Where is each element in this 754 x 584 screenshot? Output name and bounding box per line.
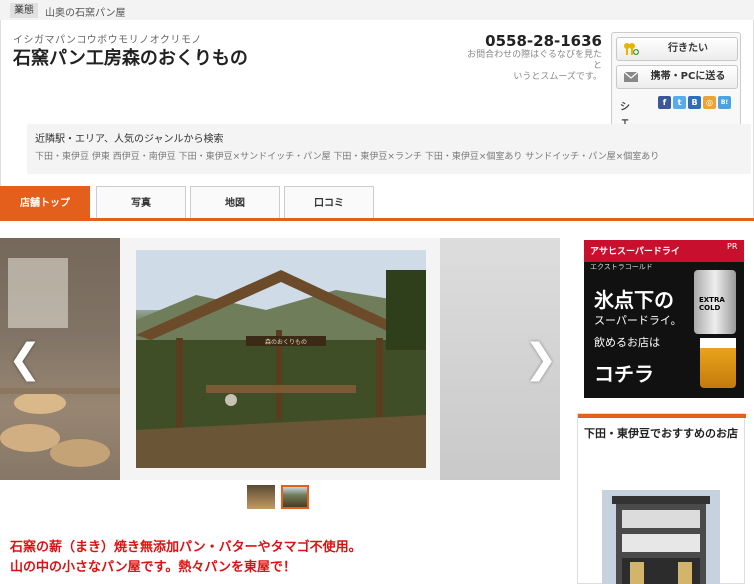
ad-line-2: スーパードライ。 <box>594 314 682 327</box>
ad-headline: 氷点下の <box>594 288 674 312</box>
genre-tag: 業態 <box>10 3 38 18</box>
tab-map[interactable]: 地図 <box>190 186 280 218</box>
reco-accent-bar <box>578 414 746 418</box>
recommended-shop-image[interactable] <box>602 490 720 584</box>
area-search-links[interactable]: 下田・東伊豆 伊東 西伊豆・南伊豆 下田・東伊豆×サンドイッチ・パン屋 下田・東… <box>35 149 745 162</box>
hatena-bookmark-icon[interactable]: B <box>688 96 701 109</box>
send-to-mobile-label: 携帯・PCに送る <box>650 71 726 82</box>
reco-title: 下田・東伊豆でおすすめのお店 <box>584 427 738 440</box>
next-arrow-icon[interactable]: ❯ <box>524 336 558 382</box>
shop-tabs: 店舗トップ 写真 地図 口コミ <box>0 186 754 220</box>
catchcopy-line-1: 石窯の薪（まき）焼き無添加パン・バターやタマゴ不使用。 <box>10 540 362 555</box>
want-to-go-label: 行きたい <box>668 43 708 54</box>
recommended-shops: 下田・東伊豆でおすすめのお店 <box>577 413 746 584</box>
thumbnail-2-selected[interactable] <box>281 485 309 509</box>
area-search-title: 近隣駅・エリア、人気のジャンルから検索 <box>35 134 224 145</box>
want-to-go-button[interactable]: 行きたい <box>616 37 738 61</box>
ad-line-3: 飲めるお店は <box>594 336 660 349</box>
ad-pr-label: PR <box>727 242 738 251</box>
photo-thumbnails <box>247 485 317 515</box>
photo-gallery: 森のおくりもの ❮ ❯ <box>0 238 560 480</box>
prev-arrow-icon[interactable]: ❮ <box>8 336 42 382</box>
beer-glass-icon <box>700 338 736 388</box>
shop-name: 石窯パン工房森のおくりもの <box>13 48 248 69</box>
tab-photos[interactable]: 写真 <box>96 186 186 218</box>
gazebo-sign-text: 森のおくりもの <box>265 338 307 346</box>
tab-underline <box>0 218 754 221</box>
gazebo-photo: 森のおくりもの <box>136 250 426 468</box>
twitter-icon[interactable]: t <box>673 96 686 109</box>
ad-can-text: EXTRA COLD <box>699 296 725 312</box>
bookmark-icon[interactable]: ◎ <box>703 96 716 109</box>
phone-note: お問合わせの際はぐるなびを見たと いうとスムーズです。 <box>467 50 602 82</box>
facebook-icon[interactable]: f <box>658 96 671 109</box>
genre-bar: 業態 山奥の石窯パン屋 <box>0 0 754 20</box>
beer-advertisement[interactable]: アサヒスーパードライ エクストラコールド PR EXTRA COLD 氷点下の … <box>584 240 744 398</box>
ad-cta: コチラ <box>594 362 654 386</box>
catchcopy-line-2: 山の中の小さなパン屋です。熱々パンを東屋で！ <box>10 560 297 575</box>
bookmark-b-icon[interactable]: B! <box>718 96 731 109</box>
ad-brand: アサヒスーパードライ <box>590 247 680 257</box>
send-to-mobile-button[interactable]: 携帯・PCに送る <box>616 65 738 89</box>
phone-number[interactable]: 0558-28-1636 <box>481 32 602 50</box>
ad-sub: エクストラコールド <box>590 263 653 271</box>
main-photo: 森のおくりもの <box>136 250 426 468</box>
thumbnail-1[interactable] <box>247 485 275 509</box>
tab-shop-top[interactable]: 店舗トップ <box>0 186 90 218</box>
shop-catchcopy: 石窯の薪（まき）焼き無添加パン・バターやタマゴ不使用。 山の中の小さなパン屋です… <box>10 538 362 578</box>
action-box: 行きたい 携帯・PCに送る シェア f t B ◎ B! <box>611 32 741 143</box>
genre-text: 山奥の石窯パン屋 <box>45 8 126 19</box>
area-search-panel: 近隣駅・エリア、人気のジャンルから検索 下田・東伊豆 伊東 西伊豆・南伊豆 下田… <box>27 124 751 174</box>
tab-reviews[interactable]: 口コミ <box>284 186 374 218</box>
building-photo <box>602 490 720 584</box>
